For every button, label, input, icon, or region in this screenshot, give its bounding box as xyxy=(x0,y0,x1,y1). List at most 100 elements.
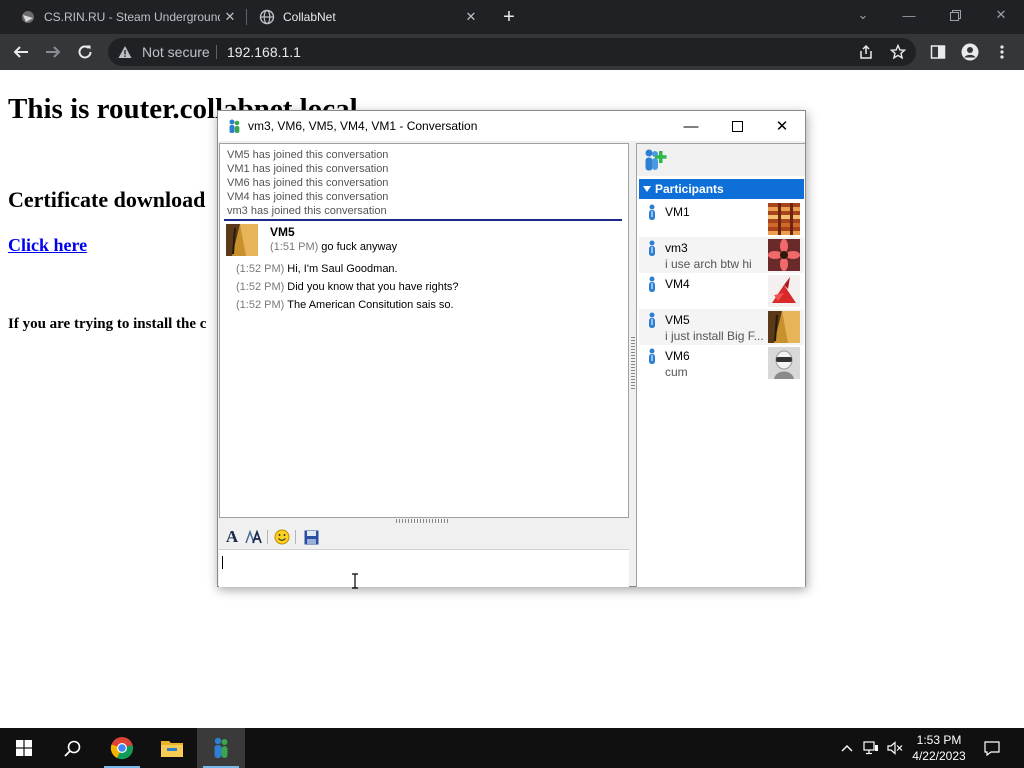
user-status-icon xyxy=(647,276,657,297)
security-label[interactable]: Not secure xyxy=(142,38,210,66)
page-note: If you are trying to install the c xyxy=(8,316,207,332)
back-arrow-icon[interactable] xyxy=(8,39,34,65)
conversation-close-icon[interactable]: ✕ xyxy=(759,111,805,141)
share-icon[interactable] xyxy=(853,39,879,65)
restore-icon[interactable] xyxy=(932,0,978,30)
browser-toolbar: Not secure 192.168.1.1 xyxy=(0,34,1024,70)
message-timestamp: (1:52 PM) xyxy=(236,281,285,293)
conversation-titlebar[interactable]: vm3, VM6, VM5, VM4, VM1 - Conversation —… xyxy=(218,111,805,141)
file-explorer-icon[interactable] xyxy=(148,728,196,768)
participant-item[interactable]: VM1 xyxy=(639,201,804,237)
message-text: The American Consitution sais so. xyxy=(287,299,454,311)
user-status-icon xyxy=(647,240,657,261)
show-hidden-icons-chevron[interactable] xyxy=(838,728,856,768)
messenger-taskbar-icon[interactable] xyxy=(197,728,245,768)
system-clock[interactable]: 1:53 PM 4/22/2023 xyxy=(908,732,970,764)
splitter-grip xyxy=(631,337,635,389)
reload-icon[interactable] xyxy=(72,39,98,65)
tab-title: CollabNet xyxy=(283,10,336,24)
conversation-window: vm3, VM6, VM5, VM4, VM1 - Conversation —… xyxy=(217,110,806,587)
close-tab-icon[interactable]: ✕ xyxy=(220,9,240,25)
participant-avatar xyxy=(768,311,800,343)
page-subheading: Certificate download xyxy=(8,187,206,212)
horizontal-splitter-grip[interactable] xyxy=(396,519,450,523)
message-input[interactable] xyxy=(219,549,629,587)
participant-status: cum xyxy=(665,365,688,379)
chat-message: (1:52 PM) The American Consitution sais s… xyxy=(236,299,454,311)
format-toolbar: A xyxy=(219,525,629,549)
toolbar-separator xyxy=(267,530,268,544)
warning-icon[interactable] xyxy=(118,45,132,64)
collapse-arrow-icon xyxy=(643,186,651,192)
side-toolbar xyxy=(637,144,805,176)
participants-header[interactable]: Participants xyxy=(639,179,804,199)
participant-item[interactable]: VM5 i just install Big F... xyxy=(639,309,804,345)
close-window-icon[interactable]: ✕ xyxy=(978,0,1024,30)
message-text: go fuck anyway xyxy=(321,241,398,253)
invite-contact-button[interactable] xyxy=(641,146,669,174)
profile-avatar-icon[interactable] xyxy=(957,39,983,65)
user-status-icon xyxy=(647,312,657,333)
globe-icon xyxy=(259,9,275,25)
text-caret xyxy=(222,556,223,569)
user-status-icon xyxy=(647,204,657,225)
cs-rin-favicon xyxy=(20,9,36,25)
participant-status: i just install Big F... xyxy=(665,329,764,343)
conversation-maximize-icon[interactable] xyxy=(714,111,760,141)
participants-header-label: Participants xyxy=(655,182,724,196)
omnibox-separator xyxy=(216,45,217,59)
system-message: VM5 has joined this conversation xyxy=(227,149,389,161)
participant-name: VM1 xyxy=(665,205,690,219)
notification-icon[interactable] xyxy=(980,728,1004,768)
bookmark-star-icon[interactable] xyxy=(885,39,911,65)
participant-name: VM4 xyxy=(665,277,690,291)
participant-avatar xyxy=(768,239,800,271)
participant-item[interactable]: VM6 cum xyxy=(639,345,804,381)
side-panel-icon[interactable] xyxy=(925,39,951,65)
font-icon[interactable]: A xyxy=(222,527,242,547)
emoticon-icon[interactable] xyxy=(272,527,292,547)
click-here-link[interactable]: Click here xyxy=(8,235,87,256)
url-text[interactable]: 192.168.1.1 xyxy=(227,38,301,66)
chat-history[interactable]: VM5 has joined this conversation VM1 has… xyxy=(219,143,629,518)
tab-cs-rin-ru[interactable]: CS.RIN.RU - Steam Underground ✕ xyxy=(8,0,246,34)
save-disk-icon[interactable] xyxy=(301,527,321,547)
volume-muted-icon[interactable] xyxy=(884,728,906,768)
tab-search-icon[interactable]: ⌄ xyxy=(840,0,886,30)
close-tab-icon[interactable]: ✕ xyxy=(461,9,481,25)
sender-name: VM5 xyxy=(270,225,295,239)
chat-message: (1:52 PM) Hi, I'm Saul Goodman. xyxy=(236,263,398,275)
minimize-icon[interactable]: — xyxy=(886,0,932,30)
tab-collabnet[interactable]: CollabNet ✕ xyxy=(247,0,487,34)
sender-avatar xyxy=(226,224,258,256)
system-message: VM4 has joined this conversation xyxy=(227,191,389,203)
forward-arrow-icon[interactable] xyxy=(40,39,66,65)
taskbar: 1:53 PM 4/22/2023 xyxy=(0,728,1024,768)
message-text: Hi, I'm Saul Goodman. xyxy=(287,263,398,275)
participant-avatar xyxy=(768,203,800,235)
i-beam-cursor-icon xyxy=(351,573,359,589)
participant-avatar xyxy=(768,347,800,379)
clock-time: 1:53 PM xyxy=(916,733,962,747)
participant-item[interactable]: vm3 i use arch btw hi xyxy=(639,237,804,273)
participant-item[interactable]: VM4 xyxy=(639,273,804,309)
conversation-title: vm3, VM6, VM5, VM4, VM1 - Conversation xyxy=(248,119,478,133)
font-color-icon[interactable] xyxy=(244,527,264,547)
participant-name: vm3 xyxy=(665,241,688,255)
message-text: Did you know that you have rights? xyxy=(287,281,459,293)
address-bar[interactable]: Not secure 192.168.1.1 xyxy=(108,38,916,66)
chrome-taskbar-icon[interactable] xyxy=(98,728,146,768)
participant-name: VM5 xyxy=(665,313,690,327)
new-tab-icon[interactable]: + xyxy=(498,6,520,28)
start-button[interactable] xyxy=(0,728,48,768)
message-timestamp: (1:52 PM) xyxy=(236,263,285,275)
search-icon[interactable] xyxy=(48,728,96,768)
tab-title: CS.RIN.RU - Steam Underground xyxy=(44,10,220,24)
system-divider xyxy=(224,219,622,221)
participant-avatar xyxy=(768,275,800,307)
network-icon[interactable] xyxy=(860,728,882,768)
system-message: vm3 has joined this conversation xyxy=(227,205,387,217)
menu-kebab-icon[interactable] xyxy=(989,39,1015,65)
participant-name: VM6 xyxy=(665,349,690,363)
conversation-minimize-icon[interactable]: — xyxy=(668,111,714,141)
